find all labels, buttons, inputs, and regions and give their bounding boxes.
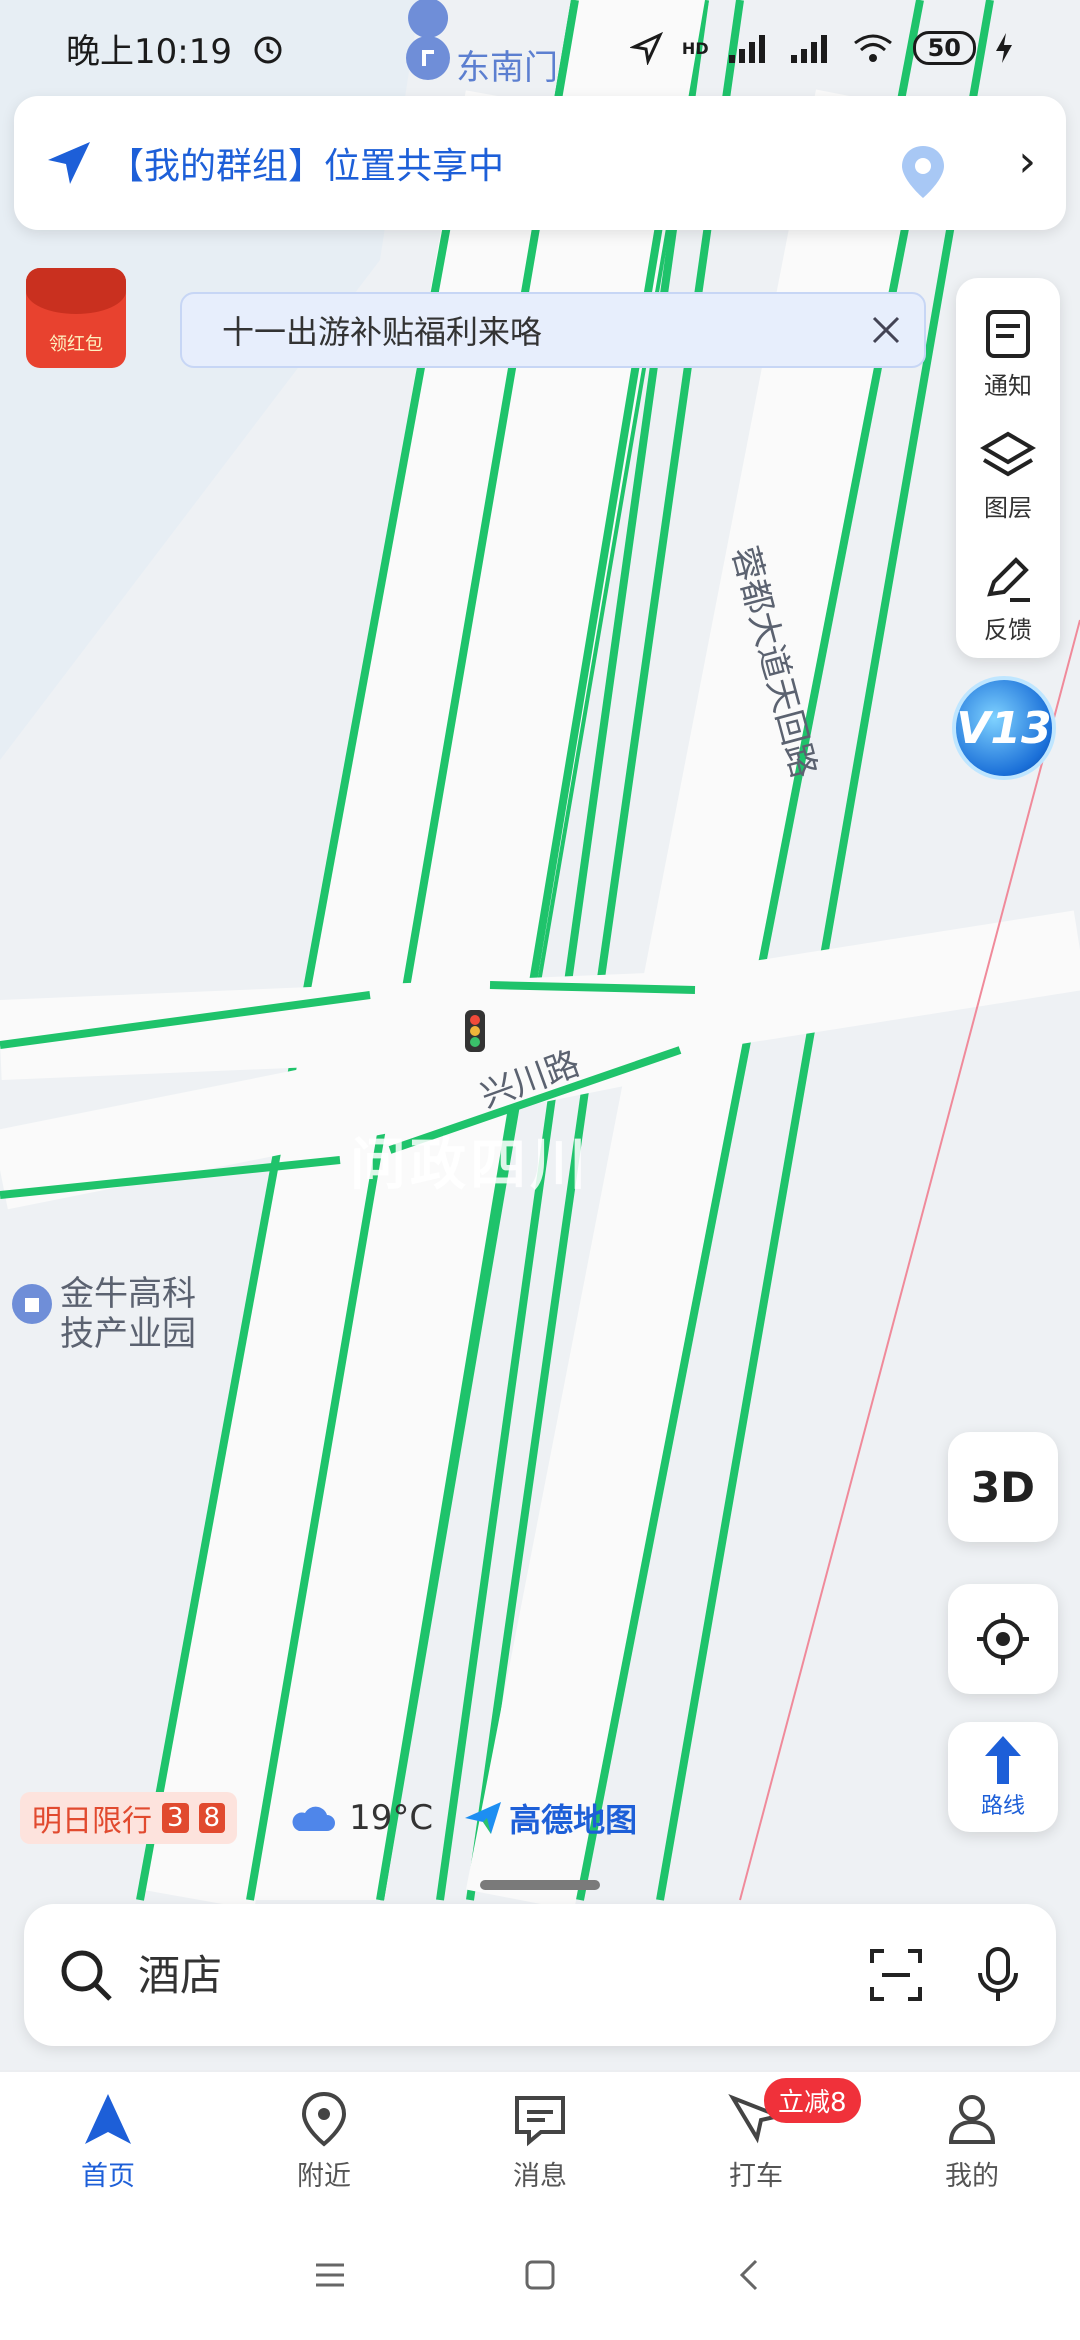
traffic-restriction-badge[interactable]: 明日限行 3 8 bbox=[20, 1792, 238, 1844]
map-tools-panel: 通知 图层 反馈 bbox=[956, 278, 1060, 658]
battery-indicator: 50 bbox=[912, 31, 976, 65]
location-pin-icon bbox=[902, 146, 944, 198]
location-arrow-icon bbox=[629, 31, 663, 65]
navigation-arrow-icon bbox=[48, 142, 90, 184]
promo-banner[interactable]: 十一出游补贴福利来咯 bbox=[180, 292, 926, 368]
back-icon[interactable] bbox=[730, 2255, 770, 2295]
signal-icon-2 bbox=[790, 35, 827, 63]
nav-taxi-label: 打车 bbox=[729, 2160, 783, 2192]
nav-taxi[interactable]: 打车 立减8 bbox=[648, 2072, 864, 2210]
search-icon bbox=[61, 1950, 112, 2001]
info-row: 明日限行 3 8 19°C 高德地图 bbox=[20, 1792, 637, 1844]
layers-button[interactable]: 图层 bbox=[980, 414, 1036, 536]
watermark: 问政四川 bbox=[350, 1133, 590, 1198]
promo-text: 十一出游补贴福利来咯 bbox=[222, 313, 543, 351]
red-packet-label: 领红包 bbox=[49, 334, 103, 355]
restriction-label: 明日限行 bbox=[32, 1804, 152, 1839]
nav-nearby[interactable]: 附近 bbox=[216, 2072, 432, 2210]
alarm-icon bbox=[254, 36, 282, 64]
route-arrow-icon bbox=[985, 1736, 1021, 1784]
restriction-number-2: 8 bbox=[198, 1803, 226, 1833]
drag-handle[interactable] bbox=[480, 1880, 600, 1890]
route-label: 路线 bbox=[980, 1794, 1025, 1819]
nav-home-label: 首页 bbox=[81, 2160, 135, 2192]
brand-logo: 高德地图 bbox=[463, 1795, 637, 1841]
close-icon[interactable] bbox=[862, 306, 910, 354]
taxi-discount-badge: 立减8 bbox=[764, 2078, 861, 2123]
nav-profile-label: 我的 bbox=[945, 2160, 999, 2192]
weather-widget[interactable]: 19°C bbox=[287, 1798, 433, 1838]
restriction-number-1: 3 bbox=[162, 1803, 189, 1833]
feedback-button[interactable]: 反馈 bbox=[980, 536, 1036, 658]
group-banner-text: 【我的群组】位置共享中 bbox=[108, 146, 505, 187]
toggle-3d-button[interactable]: 3D bbox=[948, 1432, 1058, 1542]
profile-icon bbox=[948, 2094, 996, 2144]
status-time: 晚上10:19 bbox=[66, 31, 232, 72]
amap-logo-icon bbox=[465, 1802, 502, 1834]
nearby-pin-icon bbox=[301, 2091, 347, 2147]
wifi-icon bbox=[853, 34, 892, 62]
layers-icon bbox=[980, 431, 1036, 476]
nav-messages-label: 消息 bbox=[513, 2160, 567, 2192]
red-packet-button[interactable]: 领红包 bbox=[26, 268, 126, 368]
message-icon bbox=[515, 2095, 565, 2146]
map-label-poi-line2[interactable]: 技产业园 bbox=[60, 1306, 196, 1355]
nav-home[interactable]: 首页 bbox=[0, 2072, 216, 2210]
nav-messages[interactable]: 消息 bbox=[432, 2072, 648, 2210]
notify-button[interactable]: 通知 bbox=[980, 292, 1036, 414]
system-nav-bar bbox=[0, 2210, 1080, 2340]
signal-icon-1 bbox=[728, 35, 765, 63]
nav-nearby-label: 附近 bbox=[297, 2160, 351, 2192]
charging-icon bbox=[996, 33, 1012, 63]
home-navigate-icon bbox=[85, 2093, 131, 2144]
microphone-icon[interactable] bbox=[974, 1945, 1022, 2005]
feedback-label: 反馈 bbox=[984, 615, 1032, 644]
search-bar[interactable] bbox=[24, 1904, 1056, 2046]
crosshair-icon bbox=[977, 1613, 1029, 1665]
notify-label: 通知 bbox=[984, 371, 1032, 400]
edit-pencil-icon bbox=[987, 556, 1030, 602]
network-hd-label: HD bbox=[681, 38, 709, 58]
search-input[interactable] bbox=[138, 1950, 738, 2000]
menu-icon[interactable] bbox=[310, 2255, 350, 2295]
nav-profile[interactable]: 我的 bbox=[864, 2072, 1080, 2210]
status-bar: 晚上10:19 HD 50 bbox=[0, 0, 1080, 96]
bottom-nav: 首页 附近 消息 打车 立减8 我的 bbox=[0, 2070, 1080, 2210]
route-button[interactable]: 路线 bbox=[948, 1722, 1058, 1832]
group-location-banner[interactable]: 【我的群组】位置共享中 › bbox=[14, 96, 1066, 230]
chevron-right-icon: › bbox=[1018, 136, 1036, 187]
layers-label: 图层 bbox=[984, 493, 1032, 522]
scan-icon[interactable] bbox=[868, 1947, 924, 2003]
cloud-icon bbox=[292, 1806, 336, 1831]
home-square-icon[interactable] bbox=[520, 2255, 560, 2295]
brand-text: 高德地图 bbox=[509, 1801, 638, 1839]
temperature-text: 19°C bbox=[349, 1798, 434, 1838]
locate-me-button[interactable] bbox=[948, 1584, 1058, 1694]
notification-icon bbox=[986, 309, 1030, 358]
v13-badge[interactable]: V13 bbox=[952, 676, 1056, 780]
